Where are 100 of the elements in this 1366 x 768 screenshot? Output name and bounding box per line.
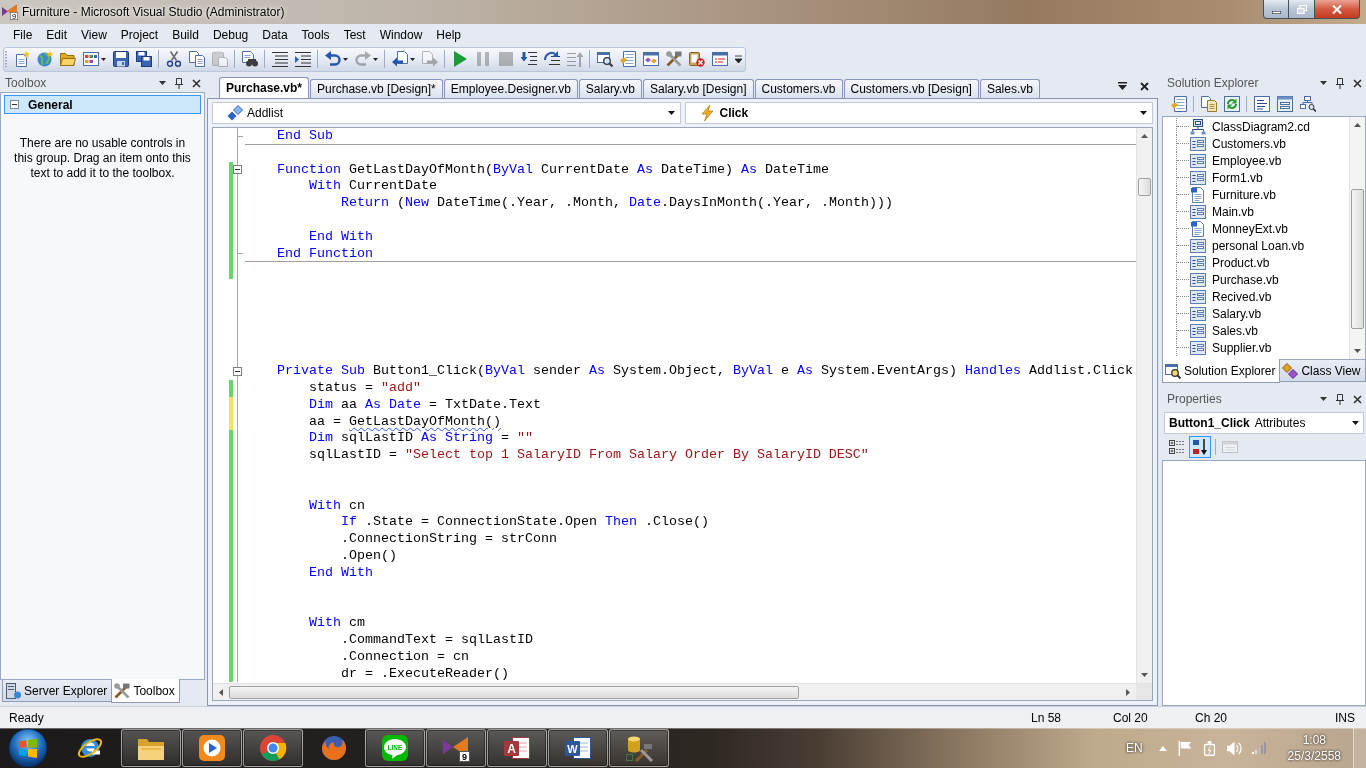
taskbar-button[interactable]: W bbox=[548, 729, 608, 767]
menu-item[interactable]: View bbox=[74, 25, 114, 45]
tree-item[interactable]: Furniture.vb bbox=[1190, 186, 1277, 203]
tree-item[interactable]: Sales.vb bbox=[1190, 322, 1259, 339]
collapse-icon[interactable] bbox=[233, 165, 242, 175]
scrollbar-thumb[interactable] bbox=[1138, 178, 1151, 196]
panel-tab[interactable]: Toolbox bbox=[111, 679, 180, 703]
scroll-up-icon[interactable] bbox=[1354, 123, 1361, 127]
taskbar-button[interactable] bbox=[243, 729, 303, 767]
dropdown-icon[interactable] bbox=[1118, 82, 1127, 90]
document-tab[interactable]: Purchase.vb* bbox=[219, 77, 310, 98]
document-tab[interactable]: Sales.vb bbox=[979, 79, 1040, 98]
scroll-left-icon[interactable] bbox=[219, 688, 223, 696]
menu-item[interactable]: Tools bbox=[294, 25, 337, 45]
tree-item[interactable]: ClassDiagram2.cd bbox=[1190, 118, 1311, 135]
scrollbar-thumb[interactable] bbox=[1351, 189, 1364, 329]
caret-icon[interactable] bbox=[159, 81, 166, 85]
close-icon[interactable] bbox=[1353, 78, 1362, 88]
menu-item[interactable]: Debug bbox=[205, 25, 256, 45]
taskbar-button[interactable]: A bbox=[487, 729, 547, 767]
member-dropdown[interactable]: Click bbox=[684, 102, 1153, 124]
form-file-icon bbox=[1190, 152, 1206, 169]
copy-icon bbox=[188, 51, 205, 67]
collapse-icon[interactable] bbox=[233, 367, 242, 377]
document-tab[interactable]: Purchase.vb [Design]* bbox=[310, 79, 443, 98]
scrollbar-thumb[interactable] bbox=[229, 685, 799, 699]
collapse-icon[interactable] bbox=[10, 100, 19, 109]
menu-item[interactable]: Window bbox=[372, 25, 430, 45]
taskbar-button[interactable] bbox=[609, 729, 669, 767]
code-line: .CommandText = sqlLastID bbox=[339, 631, 533, 648]
tree-item[interactable]: personal Loan.vb bbox=[1190, 237, 1305, 254]
page-arrow-icon bbox=[391, 51, 408, 67]
tree-item[interactable]: MonneyExt.vb bbox=[1190, 220, 1289, 237]
code-line: End Function bbox=[276, 245, 373, 262]
document-tab[interactable]: Employee.Designer.vb bbox=[443, 79, 578, 98]
scroll-down-icon[interactable] bbox=[1141, 673, 1148, 677]
caret-icon[interactable] bbox=[1320, 81, 1327, 85]
tree-item[interactable]: Main.vb bbox=[1190, 203, 1255, 220]
menu-item[interactable]: File bbox=[6, 25, 40, 45]
panel-tab[interactable]: Server Explorer bbox=[2, 680, 113, 702]
toolbar-button[interactable] bbox=[1189, 436, 1211, 458]
start-button[interactable] bbox=[8, 728, 48, 768]
scroll-down-icon[interactable] bbox=[1354, 349, 1361, 353]
form-file-icon bbox=[1190, 288, 1206, 305]
vertical-scrollbar[interactable] bbox=[1349, 117, 1365, 359]
close-button[interactable] bbox=[1315, 0, 1360, 19]
pin-icon[interactable] bbox=[1336, 77, 1344, 89]
document-tab[interactable]: Customers.vb bbox=[754, 79, 843, 98]
document-tab[interactable]: Salary.vb bbox=[578, 79, 642, 98]
taskbar-button[interactable] bbox=[121, 729, 181, 767]
menu-item[interactable]: Test bbox=[336, 25, 373, 45]
close-icon[interactable] bbox=[1140, 81, 1149, 91]
document-tab[interactable]: Customers.vb [Design] bbox=[843, 79, 979, 98]
minimize-button[interactable] bbox=[1263, 0, 1289, 19]
close-icon[interactable] bbox=[1353, 394, 1362, 404]
tree-item[interactable]: Employee.vb bbox=[1190, 152, 1282, 169]
new-document-icon bbox=[13, 51, 30, 67]
code-file-icon bbox=[1190, 220, 1206, 237]
tree-item[interactable]: Product.vb bbox=[1190, 254, 1270, 271]
menu-item[interactable]: Project bbox=[113, 25, 166, 45]
document-tab[interactable]: Salary.vb [Design] bbox=[643, 79, 754, 98]
documents-icon bbox=[1200, 96, 1217, 112]
horizontal-scrollbar[interactable] bbox=[213, 683, 1152, 700]
taskbar-button[interactable] bbox=[182, 729, 242, 767]
restore-button[interactable] bbox=[1289, 0, 1315, 19]
scrollbar-corner bbox=[1136, 684, 1152, 700]
menu-item[interactable]: Data bbox=[255, 25, 295, 45]
menu-item[interactable]: Help bbox=[429, 25, 468, 45]
tree-item[interactable]: Supplier.vb bbox=[1190, 339, 1272, 356]
type-dropdown[interactable]: Addlist bbox=[212, 102, 681, 124]
code-line: .ConnectionString = strConn bbox=[339, 531, 557, 547]
pin-icon[interactable] bbox=[175, 77, 183, 89]
floppy-disks-icon bbox=[135, 51, 152, 67]
empty-message: There are no usable controls in this group. Drag an item onto this text to add it to the toolbox. bbox=[13, 136, 192, 181]
panel-tab[interactable]: Class View bbox=[1279, 360, 1366, 382]
tree-item[interactable]: Salary.vb bbox=[1190, 305, 1262, 322]
pin-icon[interactable] bbox=[1336, 393, 1344, 405]
tree-item[interactable]: Purchase.vb bbox=[1190, 271, 1279, 288]
scroll-up-icon[interactable] bbox=[1141, 134, 1148, 138]
tree-item[interactable]: Recived.vb bbox=[1190, 288, 1272, 305]
tree-item[interactable]: Customers.vb bbox=[1190, 135, 1287, 152]
group-header[interactable]: General bbox=[4, 95, 201, 114]
menu-item[interactable]: Build bbox=[165, 25, 206, 45]
object-dropdown[interactable]: Button1_Click Attributes bbox=[1164, 412, 1364, 434]
taskbar-button[interactable]: 9 bbox=[426, 729, 486, 767]
grip-icon[interactable] bbox=[5, 50, 8, 68]
toolbar-options-icon[interactable] bbox=[735, 55, 742, 63]
caret-icon[interactable] bbox=[1320, 397, 1327, 401]
menu-item[interactable]: Edit bbox=[39, 25, 75, 45]
close-icon[interactable] bbox=[192, 78, 201, 88]
panel-tab[interactable]: Solution Explorer bbox=[1162, 359, 1281, 383]
form-file-icon bbox=[1190, 237, 1206, 254]
code-line: End With bbox=[308, 228, 373, 245]
globe-icon bbox=[36, 51, 53, 67]
tree-item[interactable]: Form1.vb bbox=[1190, 169, 1263, 186]
play-icon bbox=[451, 51, 468, 67]
code-line: With cn bbox=[308, 497, 365, 514]
vertical-scrollbar[interactable] bbox=[1136, 128, 1152, 683]
character-number: Ch 20 bbox=[1195, 710, 1229, 725]
scroll-right-icon[interactable] bbox=[1126, 688, 1130, 696]
